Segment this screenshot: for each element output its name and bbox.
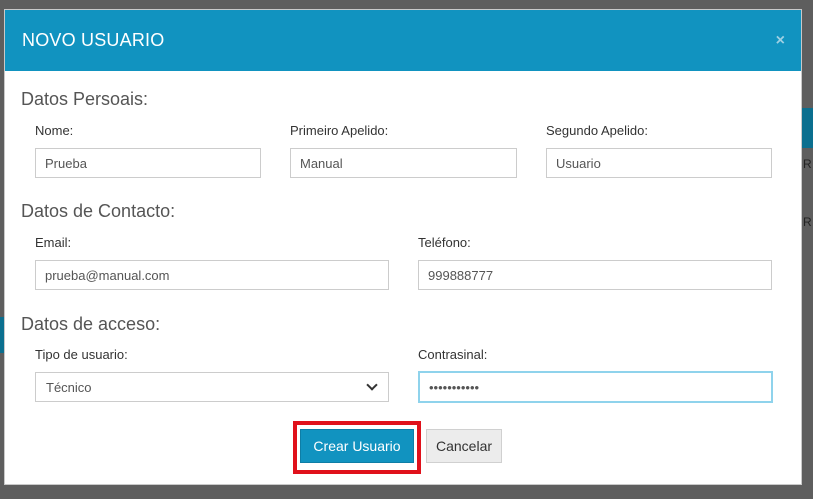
first-surname-label: Primeiro Apelido: bbox=[290, 123, 389, 138]
first-surname-input[interactable] bbox=[290, 148, 517, 178]
user-type-label: Tipo de usuario: bbox=[35, 347, 128, 362]
name-input[interactable] bbox=[35, 148, 261, 178]
name-label: Nome: bbox=[35, 123, 74, 138]
background-text-fragment: R bbox=[803, 215, 812, 229]
section-title-personal: Datos Persoais: bbox=[21, 89, 149, 109]
chevron-down-icon bbox=[366, 379, 378, 391]
modal-title: NOVO USUARIO bbox=[22, 30, 165, 50]
phone-input[interactable] bbox=[418, 260, 772, 290]
new-user-modal: NOVO USUARIO × Datos Persoais: Nome: Pri… bbox=[4, 9, 802, 485]
user-type-selected-value: Técnico bbox=[46, 379, 92, 395]
user-type-select[interactable]: Técnico bbox=[35, 372, 389, 402]
section-title-access: Datos de acceso: bbox=[21, 314, 161, 334]
phone-label: Teléfono: bbox=[418, 235, 471, 250]
background-text-fragment: R bbox=[803, 157, 812, 171]
password-label: Contrasinal: bbox=[418, 347, 488, 362]
close-icon[interactable]: × bbox=[776, 32, 785, 49]
modal-header: NOVO USUARIO × bbox=[5, 10, 801, 71]
second-surname-input[interactable] bbox=[546, 148, 772, 178]
second-surname-label: Segundo Apelido: bbox=[546, 123, 648, 138]
email-label: Email: bbox=[35, 235, 72, 250]
background-header-bar bbox=[802, 108, 813, 148]
email-input[interactable] bbox=[35, 260, 389, 290]
cancel-button[interactable]: Cancelar bbox=[426, 429, 502, 463]
password-input[interactable] bbox=[418, 371, 773, 403]
section-title-contact: Datos de Contacto: bbox=[21, 201, 176, 221]
create-user-button[interactable]: Crear Usuario bbox=[300, 429, 414, 463]
